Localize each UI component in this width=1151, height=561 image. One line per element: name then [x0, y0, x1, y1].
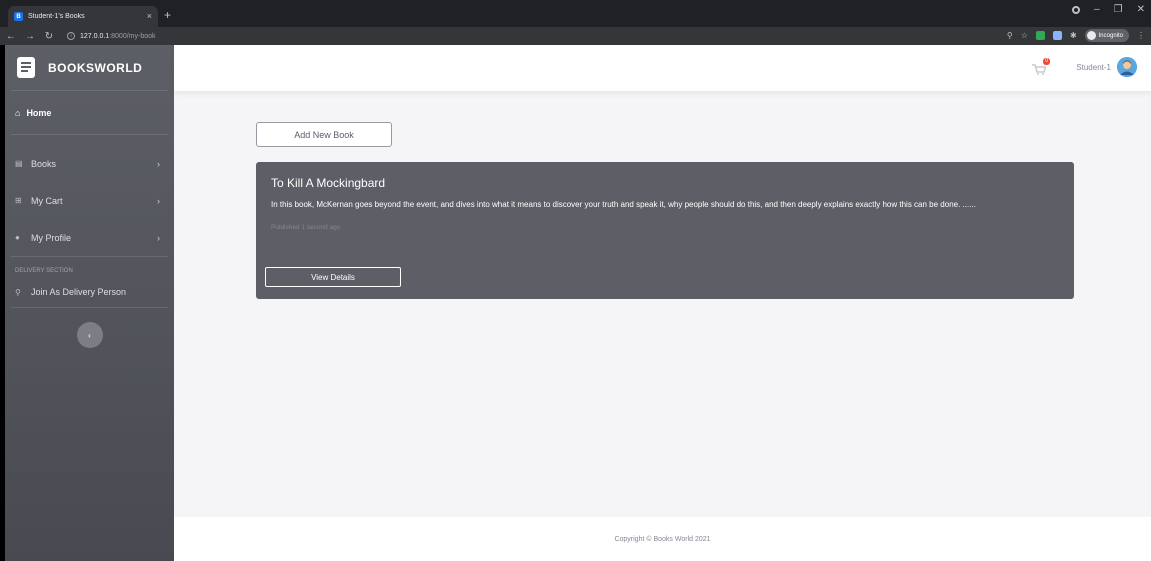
sidebar-item-books[interactable]: ▤ Books ›: [5, 145, 174, 182]
book-title: To Kill A Mockingbard: [271, 176, 386, 190]
book-description: In this book, McKernan goes beyond the e…: [271, 200, 976, 209]
url-host: 127.0.0.1: [80, 32, 110, 40]
cart-button[interactable]: 0: [1032, 58, 1050, 75]
book-icon: ▤: [15, 159, 23, 168]
browser-tab[interactable]: B Student-1's Books ×: [8, 6, 158, 27]
brand[interactable]: BOOKSWORLD: [11, 45, 168, 91]
sidebar-item-label: My Cart: [31, 195, 63, 206]
view-details-button[interactable]: View Details: [265, 267, 401, 287]
cart-icon: [1032, 64, 1047, 75]
new-tab-button[interactable]: +: [164, 9, 171, 21]
avatar[interactable]: [1117, 57, 1137, 77]
brand-name: BOOKSWORLD: [48, 60, 143, 75]
browser-chrome: B Student-1's Books × + – ❐ ✕ ← → ↻ i 12…: [0, 0, 1151, 45]
sidebar-divider: [11, 307, 168, 308]
user-icon: ●: [15, 233, 20, 242]
sidebar-item-home[interactable]: ⌂ Home: [11, 91, 168, 135]
reload-icon[interactable]: ↻: [41, 31, 57, 42]
home-icon: ⌂: [15, 107, 21, 118]
tab-close-icon[interactable]: ×: [147, 12, 152, 21]
close-window-icon[interactable]: ✕: [1137, 4, 1145, 15]
chevron-right-icon: ›: [157, 195, 160, 206]
sidebar-item-label: Home: [26, 107, 52, 118]
avatar-icon: [1117, 57, 1137, 77]
copyright-text: Copyright © Books World 2021: [614, 535, 711, 543]
tab-title: Student-1's Books: [28, 13, 85, 20]
extension-icon[interactable]: [1052, 31, 1062, 40]
footer: Copyright © Books World 2021: [174, 517, 1151, 561]
incognito-icon: [1086, 31, 1096, 40]
forward-icon[interactable]: →: [22, 31, 38, 42]
url-path: :8000/my-book: [109, 32, 156, 40]
extensions-puzzle-icon[interactable]: ✱: [1070, 31, 1077, 40]
published-time: Published 1 second ago: [271, 224, 341, 231]
bicycle-icon: ⚲: [15, 287, 21, 297]
zoom-icon[interactable]: ⚲: [1007, 31, 1013, 40]
user-name[interactable]: Student-1: [1076, 63, 1111, 72]
tab-strip: B Student-1's Books × + – ❐ ✕: [0, 0, 1151, 27]
page: BOOKSWORLD ⌂ Home ▤ Books › ⊞ My Cart › …: [5, 45, 1151, 561]
incognito-label: Incognito: [1098, 32, 1123, 39]
chevron-right-icon: ›: [157, 158, 160, 169]
sidebar-item-delivery[interactable]: ⚲ Join As Delivery Person: [5, 277, 174, 307]
minimize-icon[interactable]: –: [1094, 4, 1100, 15]
sidebar: BOOKSWORLD ⌂ Home ▤ Books › ⊞ My Cart › …: [5, 45, 174, 561]
topbar: 0 Student-1: [174, 45, 1151, 91]
book-logo-icon: [17, 57, 35, 78]
sidebar-item-my-profile[interactable]: ● My Profile ›: [5, 219, 174, 256]
profile-icon[interactable]: [1072, 5, 1081, 14]
cart-icon: ⊞: [15, 196, 22, 205]
toolbar-right: ⚲ ☆ ✱ Incognito ⋮: [1007, 29, 1145, 42]
sidebar-item-label: My Profile: [31, 232, 72, 243]
bookmark-star-icon[interactable]: ☆: [1021, 31, 1028, 40]
sidebar-item-label: Books: [31, 158, 57, 169]
menu-icon[interactable]: ⋮: [1137, 31, 1145, 40]
sidebar-toggle-button[interactable]: ‹: [76, 322, 103, 348]
chevron-right-icon: ›: [157, 232, 160, 243]
sidebar-heading: DELIVERY SECTION: [15, 268, 73, 274]
address-bar[interactable]: i 127.0.0.1:8000/my-book: [67, 29, 156, 43]
book-card: To Kill A Mockingbard In this book, McKe…: [256, 162, 1074, 299]
cart-count-badge: 0: [1043, 58, 1050, 65]
browser-toolbar: ← → ↻ i 127.0.0.1:8000/my-book ⚲ ☆ ✱ Inc…: [0, 27, 1151, 45]
sidebar-item-my-cart[interactable]: ⊞ My Cart ›: [5, 182, 174, 219]
extension-icon[interactable]: [1035, 31, 1045, 40]
info-icon[interactable]: i: [67, 32, 75, 40]
maximize-icon[interactable]: ❐: [1114, 4, 1123, 15]
sidebar-item-label: Join As Delivery Person: [31, 287, 127, 297]
window-controls: – ❐ ✕: [1072, 4, 1145, 15]
back-icon[interactable]: ←: [3, 31, 19, 42]
incognito-badge[interactable]: Incognito: [1084, 29, 1129, 42]
add-new-book-button[interactable]: Add New Book: [256, 122, 392, 147]
favicon-icon: B: [14, 12, 23, 21]
